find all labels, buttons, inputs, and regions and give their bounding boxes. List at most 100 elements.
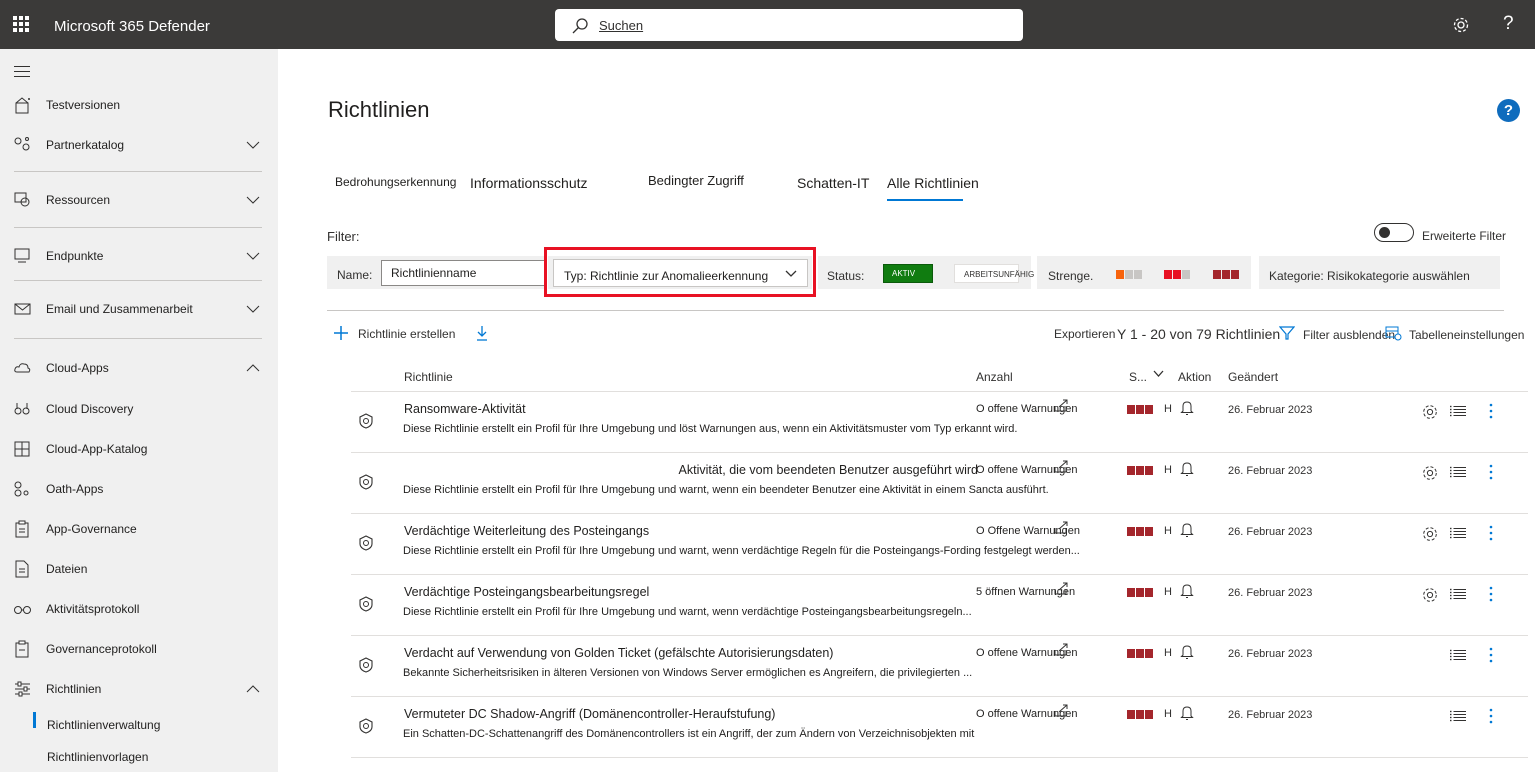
status-active-button[interactable]: AKTIV	[883, 264, 933, 283]
more-options-icon[interactable]	[1488, 464, 1494, 480]
help-icon[interactable]: ?	[1503, 13, 1514, 35]
category-filter-value[interactable]: Kategorie: Risikokategorie auswählen	[1269, 269, 1470, 283]
sidebar-item-cloud-app-catalog[interactable]: Cloud-App-Katalog	[0, 434, 278, 464]
more-options-icon[interactable]	[1488, 403, 1494, 419]
sidebar-item-cloud-apps[interactable]: Cloud-Apps	[0, 353, 278, 383]
list-icon[interactable]	[1449, 527, 1467, 540]
open-link-icon[interactable]	[1053, 642, 1069, 656]
severity-low-button[interactable]	[1116, 270, 1142, 279]
name-filter-input[interactable]: Richtlinienname	[381, 260, 545, 286]
sidebar-item-endpoints[interactable]: Endpunkte	[0, 241, 278, 271]
column-header-modified[interactable]: Geändert	[1228, 370, 1278, 384]
table-row[interactable]: Aktivität, die vom beendeten Benutzer au…	[351, 453, 1528, 514]
export-button[interactable]: Exportieren	[1054, 327, 1115, 341]
sidebar-item-resources[interactable]: Ressourcen	[0, 185, 278, 215]
list-icon[interactable]	[1449, 649, 1467, 662]
more-options-icon[interactable]	[1488, 647, 1494, 663]
hide-filter-button[interactable]: Filter ausblenden	[1303, 328, 1395, 342]
gear-icon[interactable]	[1421, 403, 1439, 421]
chevron-down-icon[interactable]	[1153, 370, 1164, 378]
list-icon[interactable]	[1449, 466, 1467, 479]
gear-icon[interactable]	[1421, 525, 1439, 543]
bell-icon[interactable]	[1180, 400, 1194, 416]
sidebar-item-policy-management[interactable]: Richtlinienverwaltung	[0, 712, 278, 738]
tab-conditional-access[interactable]: Bedingter Zugriff	[648, 173, 744, 188]
policy-title[interactable]: Aktivität, die vom beendeten Benutzer au…	[679, 463, 978, 477]
tab-information-protection[interactable]: Informationsschutz	[470, 175, 588, 191]
more-options-icon[interactable]	[1488, 708, 1494, 724]
chevron-down-icon[interactable]	[246, 304, 260, 314]
sidebar-item-partner-catalog[interactable]: Partnerkatalog	[0, 130, 278, 160]
menu-icon[interactable]	[14, 66, 30, 81]
open-link-icon[interactable]	[1053, 703, 1069, 717]
policy-title[interactable]: Verdächtige Posteingangsbearbeitungsrege…	[404, 585, 649, 599]
settings-icon[interactable]	[1452, 16, 1470, 34]
sidebar-item-trials[interactable]: Testversionen	[0, 90, 278, 120]
search-box[interactable]: Suchen	[555, 9, 1023, 41]
policy-title[interactable]: Verdacht auf Verwendung von Golden Ticke…	[404, 646, 833, 660]
status-filter-label: Status:	[827, 269, 865, 283]
sidebar-item-email[interactable]: Email und Zusammenarbeit	[0, 294, 278, 324]
help-circle-icon[interactable]: ?	[1497, 99, 1520, 122]
sidebar-item-label: App-Governance	[46, 522, 137, 536]
app-launcher-icon[interactable]	[13, 16, 29, 32]
tab-all-policies[interactable]: Alle Richtlinien	[887, 175, 979, 191]
policy-title[interactable]: Vermuteter DC Shadow-Angriff (Domänencon…	[404, 707, 775, 721]
column-header-severity[interactable]: S...	[1129, 370, 1147, 384]
plus-icon[interactable]	[333, 325, 349, 341]
sidebar-item-activity-log[interactable]: Aktivitätsprotokoll	[0, 594, 278, 624]
tab-shadow-it[interactable]: Schatten-IT	[797, 175, 869, 191]
table-row[interactable]: Verdächtige Posteingangsbearbeitungsrege…	[351, 575, 1528, 636]
status-broken-button[interactable]: ARBEITSUNFÄHIG	[954, 264, 1034, 283]
open-link-icon[interactable]	[1053, 581, 1069, 595]
more-options-icon[interactable]	[1488, 586, 1494, 602]
column-header-count[interactable]: Anzahl	[976, 370, 1013, 384]
bell-icon[interactable]	[1180, 461, 1194, 477]
sidebar-item-cloud-discovery[interactable]: Cloud Discovery	[0, 394, 278, 424]
table-row[interactable]: Verdächtige Weiterleitung des Posteingan…	[351, 514, 1528, 575]
sidebar-item-governance-log[interactable]: Governanceprotokoll	[0, 634, 278, 664]
bell-icon[interactable]	[1180, 705, 1194, 721]
sidebar-item-policies[interactable]: Richtlinien	[0, 674, 278, 704]
bell-icon[interactable]	[1180, 522, 1194, 538]
gear-icon[interactable]	[1421, 586, 1439, 604]
sidebar-item-app-governance[interactable]: App-Governance	[0, 514, 278, 544]
open-link-icon[interactable]	[1053, 459, 1069, 473]
search-input[interactable]: Suchen	[599, 18, 643, 33]
filter-icon[interactable]	[1279, 325, 1295, 341]
policy-title[interactable]: Ransomware-Aktivität	[404, 402, 526, 416]
table-row[interactable]: Vermuteter DC Shadow-Angriff (Domänencon…	[351, 697, 1528, 758]
bell-icon[interactable]	[1180, 583, 1194, 599]
open-link-icon[interactable]	[1053, 398, 1069, 412]
list-icon[interactable]	[1449, 710, 1467, 723]
table-row[interactable]: Verdacht auf Verwendung von Golden Ticke…	[351, 636, 1528, 697]
table-settings-button[interactable]: Tabelleneinstellungen	[1409, 328, 1524, 342]
severity-medium-button[interactable]	[1164, 270, 1190, 279]
column-header-action[interactable]: Aktion	[1178, 370, 1211, 384]
chevron-down-icon[interactable]	[246, 140, 260, 150]
column-header-policy[interactable]: Richtlinie	[404, 370, 453, 384]
chevron-down-icon[interactable]	[246, 251, 260, 261]
advanced-filter-toggle[interactable]	[1374, 223, 1414, 242]
more-options-icon[interactable]	[1488, 525, 1494, 541]
chevron-up-icon[interactable]	[246, 684, 260, 694]
severity-high-button[interactable]	[1213, 270, 1239, 279]
table-settings-icon[interactable]	[1385, 325, 1403, 341]
tab-threat-detection[interactable]: Bedrohungserkennung	[335, 175, 456, 189]
severity-indicator	[1127, 588, 1153, 597]
list-icon[interactable]	[1449, 405, 1467, 418]
open-link-icon[interactable]	[1053, 520, 1069, 534]
sidebar-item-oauth-apps[interactable]: Oath-Apps	[0, 474, 278, 504]
sidebar-item-policy-templates[interactable]: Richtlinienvorlagen	[0, 744, 278, 770]
chevron-up-icon[interactable]	[246, 363, 260, 373]
policy-title[interactable]: Verdächtige Weiterleitung des Posteingan…	[404, 524, 649, 538]
download-icon[interactable]	[475, 325, 489, 341]
app-title[interactable]: Microsoft 365 Defender	[54, 18, 210, 35]
list-icon[interactable]	[1449, 588, 1467, 601]
gear-icon[interactable]	[1421, 464, 1439, 482]
chevron-down-icon[interactable]	[246, 195, 260, 205]
bell-icon[interactable]	[1180, 644, 1194, 660]
create-policy-button[interactable]: Richtlinie erstellen	[358, 327, 455, 341]
table-row[interactable]: Ransomware-Aktivität Diese Richtlinie ers…	[351, 392, 1528, 453]
sidebar-item-files[interactable]: Dateien	[0, 554, 278, 584]
